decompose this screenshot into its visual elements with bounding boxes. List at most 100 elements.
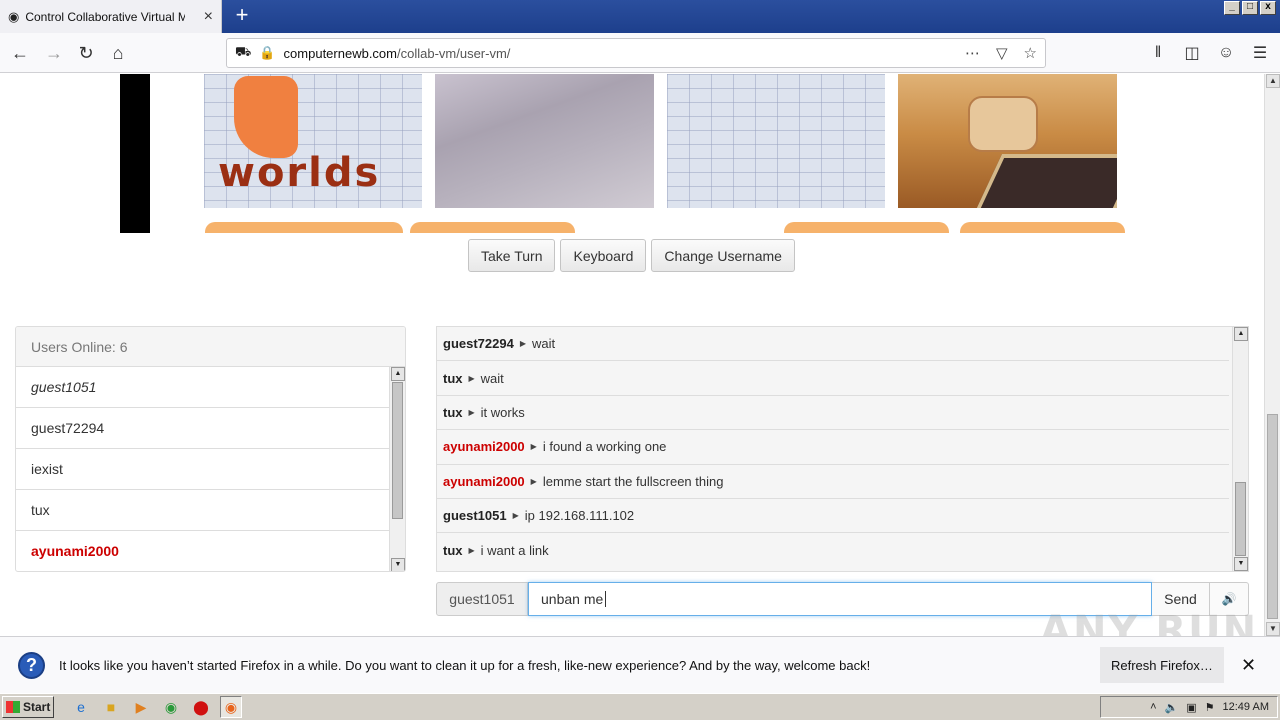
user-list-item[interactable]: iexist [16, 449, 390, 490]
pocket-icon[interactable]: ▽ [996, 44, 1008, 62]
explorer-folder-icon[interactable]: ■ [100, 696, 122, 718]
scroll-down-arrow-icon[interactable]: ▼ [1234, 557, 1248, 571]
taskbar: Start e ■ ▶ ◉ ⬤ ◉ ˄ 🔈 ▣ ⚑ 12:49 AM [0, 693, 1280, 720]
vm-orange-tab-3 [784, 222, 949, 233]
bookmark-star-icon[interactable]: ☆ [1024, 44, 1037, 62]
page-actions-icon[interactable]: ⋯ [965, 44, 980, 62]
chat-username: ayunami2000 [443, 473, 525, 489]
sidebar-icon[interactable]: ◫ [1182, 39, 1202, 67]
change-username-button[interactable]: Change Username [651, 239, 795, 272]
new-tab-button[interactable]: + [230, 4, 254, 28]
chat-separator-icon: ▶ [530, 476, 537, 486]
chat-username-label: guest1051 [436, 582, 528, 616]
users-online-heading: Users Online: 6 [16, 327, 405, 367]
worlds-logo-seven [234, 76, 298, 158]
chat-separator-icon: ▶ [530, 442, 537, 452]
volume-tray-icon[interactable]: 🔈 [1165, 701, 1179, 714]
scroll-down-arrow-icon[interactable]: ▼ [391, 558, 405, 571]
scroll-up-arrow-icon[interactable]: ▲ [1266, 74, 1280, 88]
windows-logo-icon [6, 701, 20, 713]
chat-message: ayunami2000 ▶ i found a working one [437, 430, 1229, 465]
vm-orange-tab-2 [410, 222, 575, 233]
opera-icon[interactable]: ⬤ [190, 696, 212, 718]
chat-separator-icon: ▶ [519, 339, 526, 349]
notification-bar: ? It looks like you haven’t started Fire… [0, 636, 1280, 693]
account-icon[interactable]: ☺ [1216, 39, 1236, 67]
page-content: worlds Take Turn Keyboard Change Usernam… [0, 74, 1264, 636]
chat-scrollbar[interactable]: ▲ ▼ [1232, 327, 1248, 571]
chat-username: guest1051 [443, 508, 507, 524]
close-window-button[interactable]: x [1260, 1, 1276, 15]
title-bar: ◉ Control Collaborative Virtual Machi × … [0, 0, 1280, 33]
users-scroll-thumb[interactable] [392, 382, 403, 519]
chat-username: tux [443, 543, 463, 559]
chat-scroll-thumb[interactable] [1235, 482, 1246, 556]
network-tray-icon[interactable]: ▣ [1186, 701, 1196, 714]
scroll-down-arrow-icon[interactable]: ▼ [1266, 622, 1280, 636]
chat-username: tux [443, 370, 463, 386]
ie-icon[interactable]: e [70, 696, 92, 718]
chat-separator-icon: ▶ [468, 373, 475, 383]
chat-separator-icon: ▶ [512, 511, 519, 521]
vm-thumbnail-room [898, 74, 1117, 208]
chat-message: guest72294 ▶ wait [437, 327, 1229, 362]
media-player-icon[interactable]: ▶ [130, 696, 152, 718]
chat-text: wait [480, 370, 504, 386]
action-center-flag-icon[interactable]: ⚑ [1205, 701, 1215, 714]
shield-icon[interactable]: ⛟ [235, 44, 251, 62]
scroll-up-arrow-icon[interactable]: ▲ [391, 367, 405, 381]
window-controls: _ □ x [1224, 1, 1276, 15]
tray-expand-icon[interactable]: ˄ [1150, 701, 1156, 713]
start-label: Start [23, 700, 51, 714]
clock[interactable]: 12:49 AM [1223, 701, 1269, 713]
page-scroll-thumb[interactable] [1267, 414, 1278, 619]
users-panel: Users Online: 6 guest1051 guest72294 iex… [15, 326, 406, 572]
chat-username: guest72294 [443, 336, 514, 352]
chat-text: i found a working one [542, 439, 667, 455]
keyboard-button[interactable]: Keyboard [560, 239, 647, 272]
user-list-item[interactable]: guest72294 [16, 408, 390, 449]
url-bar[interactable]: ⛟ 🔒 computernewb.com/collab-vm/user-vm/ … [226, 38, 1046, 68]
maximize-button[interactable]: □ [1242, 1, 1258, 15]
take-turn-button[interactable]: Take Turn [468, 239, 556, 272]
text-caret [605, 591, 607, 607]
chat-text: it works [480, 404, 525, 420]
forward-button[interactable]: → [40, 39, 68, 67]
question-icon: ? [18, 651, 45, 679]
room-rug [974, 154, 1117, 208]
notification-close-icon[interactable]: ✕ [1241, 655, 1256, 676]
back-button[interactable]: ← [6, 39, 34, 67]
insecure-lock-icon[interactable]: 🔒 [259, 45, 275, 61]
scroll-up-arrow-icon[interactable]: ▲ [1234, 327, 1248, 341]
user-list: guest1051 guest72294 iexist tux ayunami2… [16, 367, 390, 571]
firefox-taskbar-icon[interactable]: ◉ [220, 696, 242, 718]
chrome-icon[interactable]: ◉ [160, 696, 182, 718]
url-text: computernewb.com/collab-vm/user-vm/ [284, 46, 511, 61]
url-path: /collab-vm/user-vm/ [397, 45, 511, 61]
users-scrollbar[interactable]: ▲ ▼ [389, 367, 405, 571]
minimize-button[interactable]: _ [1224, 1, 1240, 15]
chat-text: ip 192.168.111.102 [524, 508, 635, 524]
navigation-bar: ← → ↻ ⌂ ⛟ 🔒 computernewb.com/collab-vm/u… [0, 33, 1280, 73]
library-icon[interactable]: ‖ [1148, 39, 1168, 67]
user-list-item[interactable]: guest1051 [16, 367, 390, 408]
vm-screen-border [120, 74, 150, 233]
vm-screen[interactable]: worlds [120, 74, 1130, 233]
system-tray: ˄ 🔈 ▣ ⚑ 12:49 AM [1100, 696, 1278, 718]
notification-text: It looks like you haven’t started Firefo… [59, 657, 871, 673]
menu-icon[interactable]: ☰ [1250, 39, 1270, 67]
chat-text: lemme start the fullscreen thing [542, 473, 724, 489]
reload-button[interactable]: ↻ [72, 39, 100, 67]
page-scrollbar[interactable]: ▲ ▼ [1264, 74, 1280, 636]
chat-message: guest1051 ▶ ip 192.168.111.102 [437, 499, 1229, 534]
start-button[interactable]: Start [2, 696, 54, 718]
chat-message: tux ▶ it works [437, 396, 1229, 431]
browser-tab[interactable]: ◉ Control Collaborative Virtual Machi × [0, 0, 222, 33]
home-button[interactable]: ⌂ [104, 39, 132, 67]
tab-close-icon[interactable]: × [204, 8, 213, 26]
user-list-item[interactable]: tux [16, 490, 390, 531]
vm-thumbnail-bricks [667, 74, 885, 208]
user-list-item[interactable]: ayunami2000 [16, 531, 390, 571]
vm-controls: Take Turn Keyboard Change Username [468, 239, 795, 272]
refresh-firefox-button[interactable]: Refresh Firefox… [1100, 647, 1224, 683]
